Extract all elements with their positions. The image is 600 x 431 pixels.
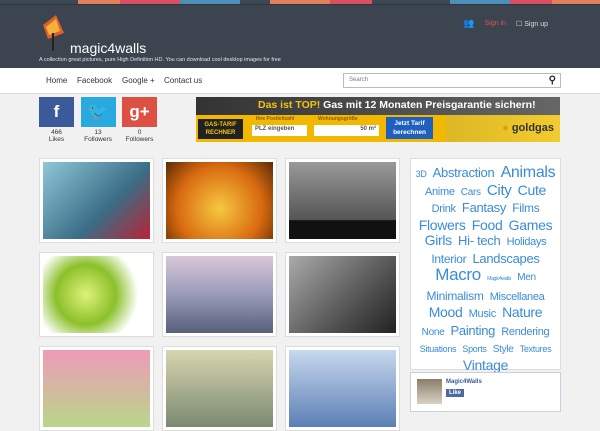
- wallpaper-thumbnail-orange-drops[interactable]: [162, 158, 277, 243]
- ad-plz-input[interactable]: PLZ eingeben: [252, 125, 307, 136]
- facebook-widget: Magic4Walls Like: [410, 372, 561, 412]
- main-nav: Home Facebook Google + Contact us Search…: [0, 68, 600, 94]
- tag-link[interactable]: Mood: [429, 304, 463, 320]
- tag-link[interactable]: Magic4walls: [487, 276, 511, 282]
- tag-link[interactable]: Girls: [425, 232, 453, 248]
- tag-link[interactable]: Situations: [420, 344, 457, 354]
- thumbnail-image: [166, 350, 273, 427]
- site-tagline: A collection great pictures, pure High D…: [39, 57, 281, 63]
- thumbnail-image: [43, 350, 150, 427]
- tag-link[interactable]: 3D: [416, 169, 427, 179]
- tag-link[interactable]: Music: [469, 308, 497, 320]
- wallpaper-thumbnail-water-drops[interactable]: [285, 346, 400, 431]
- wallpaper-thumbnail-fantasy-girl[interactable]: [162, 346, 277, 431]
- ad-size-label: Wohnungsgröße: [318, 116, 358, 122]
- ad-brand-logo: ● goldgas: [502, 122, 554, 134]
- ad-calculate-button[interactable]: Jetzt Tarif berechnen: [386, 117, 433, 139]
- thumbnail-image: [289, 162, 396, 239]
- facebook-page-avatar[interactable]: [417, 379, 442, 404]
- ad-headline: Gas mit 12 Monaten Preisgarantie sichern…: [323, 99, 536, 111]
- thumbnail-image: [166, 162, 273, 239]
- wallpaper-thumbnail-vintage-car[interactable]: [39, 158, 154, 243]
- nav-contact-us[interactable]: Contact us: [164, 76, 202, 85]
- wallpaper-thumbnail-minimal-figure[interactable]: [285, 158, 400, 243]
- social-google-plus[interactable]: g+ 0 Followers: [122, 97, 157, 143]
- signup-icon: ☐: [516, 20, 525, 28]
- tag-link[interactable]: Holidays: [507, 236, 547, 248]
- ad-plz-label: Ihre Postleitzahl: [256, 116, 295, 122]
- tag-link[interactable]: Vintage: [463, 357, 508, 373]
- tag-link[interactable]: Games: [509, 217, 553, 233]
- tree-logo-icon[interactable]: [40, 13, 68, 53]
- thumbnail-image: [166, 256, 273, 333]
- goldgas-ad-banner[interactable]: Das ist TOP! Gas mit 12 Monaten Preisgar…: [196, 97, 560, 142]
- facebook-icon[interactable]: f: [39, 97, 74, 127]
- thumbnail-image: [289, 350, 396, 427]
- tag-link[interactable]: Food: [472, 217, 503, 233]
- nav-home[interactable]: Home: [46, 76, 67, 85]
- tag-link[interactable]: Style: [493, 344, 514, 355]
- twitter-icon[interactable]: 🐦: [80, 97, 116, 127]
- tag-link[interactable]: Textures: [520, 344, 552, 354]
- nav-facebook[interactable]: Facebook: [77, 76, 112, 85]
- social-label: Likes: [48, 136, 65, 143]
- site-brand[interactable]: magic4walls: [70, 40, 146, 56]
- thumbnail-image: [43, 162, 150, 239]
- tag-link[interactable]: Interior: [431, 252, 466, 266]
- tag-link[interactable]: Drink: [432, 203, 456, 215]
- wallpaper-thumbnail-lime-slices[interactable]: [39, 252, 154, 337]
- tag-link[interactable]: Animals: [501, 164, 556, 181]
- site-header: magic4walls A collection great pictures,…: [0, 4, 600, 68]
- tag-cloud: 3D Abstraction Animals Anime Cars City C…: [410, 158, 561, 373]
- social-label: Followers: [84, 136, 112, 143]
- tag-link[interactable]: Sports: [462, 344, 487, 354]
- ad-size-input[interactable]: 50 m²: [314, 125, 379, 136]
- wallpaper-thumbnail-pink-flowers[interactable]: [39, 346, 154, 431]
- tag-link[interactable]: Hi- tech: [458, 233, 501, 248]
- tag-link[interactable]: Films: [512, 201, 539, 215]
- tag-link[interactable]: Abstraction: [433, 165, 495, 180]
- tag-link[interactable]: Cars: [461, 187, 481, 198]
- tag-link[interactable]: Macro: [435, 265, 481, 284]
- google-plus-icon[interactable]: g+: [122, 97, 157, 127]
- social-count: 0: [137, 129, 142, 136]
- facebook-like-button[interactable]: Like: [446, 389, 465, 397]
- social-count: 466: [51, 129, 62, 136]
- tag-link[interactable]: Men: [517, 272, 536, 283]
- tag-link[interactable]: Flowers: [419, 217, 466, 233]
- sign-in-link[interactable]: Sign in: [485, 20, 506, 27]
- search-input[interactable]: Search ⚲: [343, 73, 561, 88]
- tag-link[interactable]: Nature: [502, 304, 543, 320]
- tag-link[interactable]: None: [422, 327, 445, 338]
- thumbnail-image: [289, 256, 396, 333]
- nav-google-plus[interactable]: Google +: [122, 76, 155, 85]
- sign-up-link[interactable]: ☐ Sign up: [516, 20, 548, 28]
- social-twitter[interactable]: 🐦 13 Followers: [80, 97, 116, 143]
- users-icon: 👥: [463, 18, 475, 28]
- tag-link[interactable]: City: [487, 182, 512, 199]
- tag-link[interactable]: Minimalism: [427, 289, 484, 303]
- tag-link[interactable]: Miscellanea: [490, 291, 545, 303]
- ad-headline-highlight: Das ist TOP!: [258, 99, 321, 111]
- search-icon[interactable]: ⚲: [549, 75, 556, 86]
- social-count: 13: [94, 129, 102, 136]
- tag-link[interactable]: Anime: [425, 186, 455, 198]
- social-label: Followers: [125, 136, 154, 143]
- tag-link[interactable]: Fantasy: [462, 200, 506, 215]
- tag-link[interactable]: Cute: [518, 182, 547, 198]
- thumbnail-image: [43, 256, 150, 333]
- facebook-page-name[interactable]: Magic4Walls: [446, 379, 482, 385]
- wallpaper-thumbnail-woman-rocks[interactable]: [285, 252, 400, 337]
- tag-link[interactable]: Painting: [451, 323, 496, 338]
- ad-calculator-label: GAS-TARIF RECHNER: [198, 119, 243, 139]
- wallpaper-thumbnail-pier-sunset[interactable]: [162, 252, 277, 337]
- tag-link[interactable]: Rendering: [501, 326, 549, 338]
- tag-link[interactable]: Landscapes: [472, 251, 539, 266]
- social-facebook[interactable]: f 466 Likes: [39, 97, 74, 143]
